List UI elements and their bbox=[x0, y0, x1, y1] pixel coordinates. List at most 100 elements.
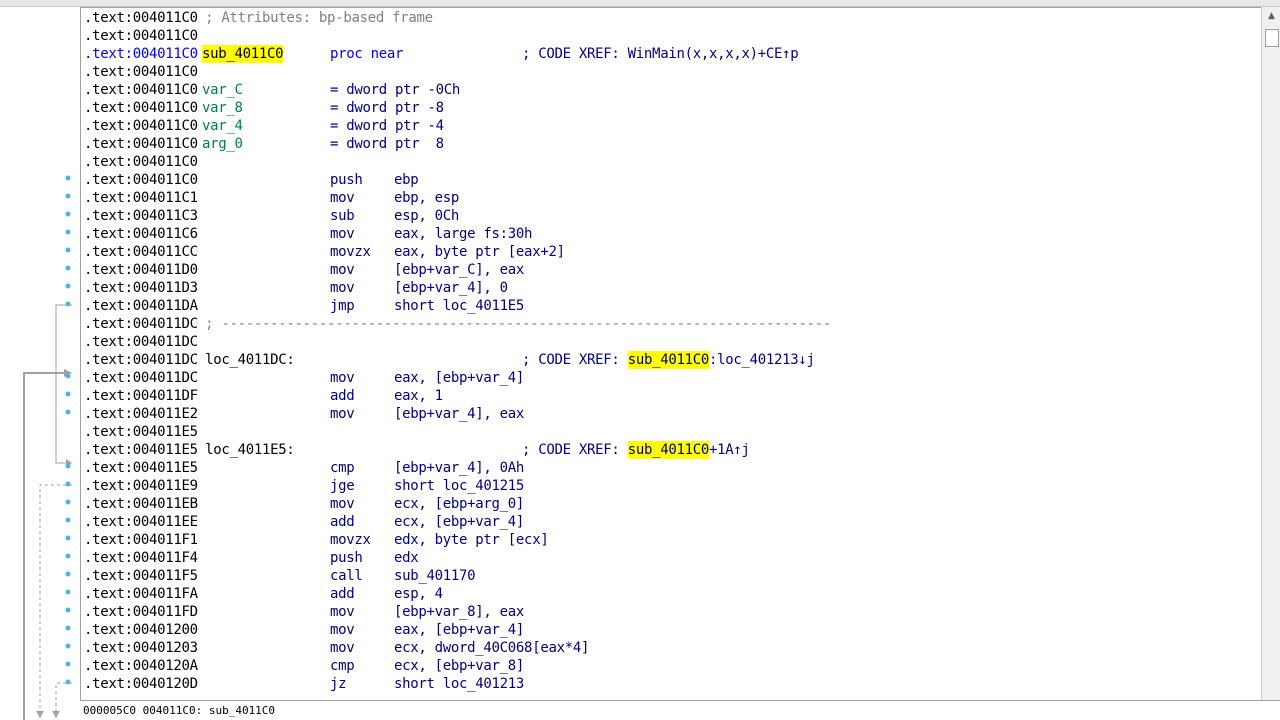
listing-line[interactable]: .text:004011E5 loc_4011E5: ; CODE XREF: s… bbox=[84, 441, 1254, 459]
listing-line[interactable]: .text:004011F5 call sub_401170 bbox=[84, 567, 1254, 585]
listing-line[interactable]: .text:004011DC bbox=[84, 333, 1254, 351]
listing-line[interactable]: .text:004011E5 cmp [ebp+var_4], 0Ah bbox=[84, 459, 1254, 477]
listing-line[interactable]: .text:004011C0 sub_4011C0 proc near ; CODE … bbox=[84, 45, 1254, 63]
line-xref-comment[interactable]: ; CODE XREF: WinMain(x,x,x,x)+CE↑p bbox=[522, 45, 799, 63]
line-operands[interactable]: eax, 1 bbox=[394, 387, 443, 405]
line-operands[interactable]: edx, byte ptr [ecx] bbox=[394, 531, 549, 549]
listing-line[interactable]: .text:004011DC loc_4011DC: ; CODE XREF: s… bbox=[84, 351, 1254, 369]
listing-line[interactable]: .text:004011DA jmp short loc_4011E5 bbox=[84, 297, 1254, 315]
listing-line[interactable]: .text:004011C0 var_4 = dword ptr -4 bbox=[84, 117, 1254, 135]
breakpoint-dot[interactable] bbox=[65, 499, 71, 505]
scrollbar-thumb[interactable] bbox=[1265, 29, 1279, 47]
listing-line[interactable]: .text:004011F1 movzx edx, byte ptr [ecx] bbox=[84, 531, 1254, 549]
listing-line[interactable]: .text:004011C1 mov ebp, esp bbox=[84, 189, 1254, 207]
listing-line[interactable]: .text:004011C0 bbox=[84, 153, 1254, 171]
vertical-scrollbar[interactable]: ▲ bbox=[1261, 7, 1280, 700]
line-operands[interactable]: [ebp+var_8], eax bbox=[394, 603, 524, 621]
line-xref-comment[interactable]: ; CODE XREF: sub_4011C0:loc_401213↓j bbox=[522, 351, 815, 369]
scroll-up-arrow-icon[interactable]: ▲ bbox=[1262, 7, 1280, 25]
line-label[interactable]: arg_0 bbox=[202, 135, 243, 153]
listing-line[interactable]: .text:004011C0 push ebp bbox=[84, 171, 1254, 189]
listing-line[interactable]: .text:004011C0 bbox=[84, 63, 1254, 81]
line-operands[interactable]: esp, 4 bbox=[394, 585, 443, 603]
breakpoint-dot[interactable] bbox=[65, 463, 71, 469]
line-label[interactable]: sub_4011C0 bbox=[202, 45, 284, 63]
loop-arrow-to-loc-4011DC[interactable] bbox=[23, 369, 72, 720]
breakpoint-dot[interactable] bbox=[65, 373, 71, 379]
line-operands[interactable]: eax, byte ptr [eax+2] bbox=[394, 243, 565, 261]
listing-line[interactable]: .text:0040120A cmp ecx, [ebp+var_8] bbox=[84, 657, 1254, 675]
breakpoint-dot[interactable] bbox=[65, 679, 71, 685]
listing-line[interactable]: .text:0040120D jz short loc_401213 bbox=[84, 675, 1254, 693]
breakpoint-dot[interactable] bbox=[65, 625, 71, 631]
listing-line[interactable]: .text:004011D0 mov [ebp+var_C], eax bbox=[84, 261, 1254, 279]
disassembly-listing[interactable]: .text:004011C0 ; Attributes: bp-based fr… bbox=[80, 7, 1262, 701]
line-operands[interactable]: eax, [ebp+var_4] bbox=[394, 621, 524, 639]
line-operands[interactable]: ecx, [ebp+arg_0] bbox=[394, 495, 524, 513]
line-operands[interactable]: sub_401170 bbox=[394, 567, 476, 585]
listing-line[interactable]: .text:004011C6 mov eax, large fs:30h bbox=[84, 225, 1254, 243]
line-operands[interactable]: ecx, [ebp+var_8] bbox=[394, 657, 524, 675]
breakpoint-dot[interactable] bbox=[65, 193, 71, 199]
listing-line[interactable]: .text:004011C0 bbox=[84, 27, 1254, 45]
listing-line[interactable]: .text:00401203 mov ecx, dword_40C068[eax*4… bbox=[84, 639, 1254, 657]
listing-line[interactable]: .text:004011E5 bbox=[84, 423, 1254, 441]
line-operands[interactable]: esp, 0Ch bbox=[394, 207, 459, 225]
xref-highlighted-name[interactable]: sub_4011C0 bbox=[627, 441, 709, 459]
listing-line[interactable]: .text:004011FD mov [ebp+var_8], eax bbox=[84, 603, 1254, 621]
breakpoint-dot[interactable] bbox=[65, 607, 71, 613]
breakpoint-dot[interactable] bbox=[65, 265, 71, 271]
listing-line[interactable]: .text:004011E9 jge short loc_401215 bbox=[84, 477, 1254, 495]
listing-line[interactable]: .text:004011EE add ecx, [ebp+var_4] bbox=[84, 513, 1254, 531]
line-operands[interactable]: ecx, dword_40C068[eax*4] bbox=[394, 639, 589, 657]
breakpoint-dot[interactable] bbox=[65, 175, 71, 181]
line-operands[interactable]: short loc_401215 bbox=[394, 477, 524, 495]
listing-line[interactable]: .text:004011DC mov eax, [ebp+var_4] bbox=[84, 369, 1254, 387]
listing-line[interactable]: .text:004011CC movzx eax, byte ptr [eax+2] bbox=[84, 243, 1254, 261]
line-operands[interactable]: [ebp+var_4], eax bbox=[394, 405, 524, 423]
listing-line[interactable]: .text:004011FA add esp, 4 bbox=[84, 585, 1254, 603]
line-label[interactable]: var_4 bbox=[202, 117, 243, 135]
line-operands[interactable]: short loc_401213 bbox=[394, 675, 524, 693]
line-operands[interactable]: short loc_4011E5 bbox=[394, 297, 524, 315]
line-label[interactable]: loc_4011DC: bbox=[197, 351, 295, 369]
listing-line[interactable]: .text:004011E2 mov [ebp+var_4], eax bbox=[84, 405, 1254, 423]
breakpoint-dot[interactable] bbox=[65, 391, 71, 397]
line-label[interactable]: var_8 bbox=[202, 99, 243, 117]
breakpoint-dot[interactable] bbox=[65, 517, 71, 523]
breakpoint-dot[interactable] bbox=[65, 229, 71, 235]
line-operands[interactable]: edx bbox=[394, 549, 419, 567]
listing-line[interactable]: .text:004011EB mov ecx, [ebp+arg_0] bbox=[84, 495, 1254, 513]
listing-line[interactable]: .text:004011C0 var_8 = dword ptr -8 bbox=[84, 99, 1254, 117]
listing-line[interactable]: .text:004011F4 push edx bbox=[84, 549, 1254, 567]
breakpoint-dot[interactable] bbox=[65, 283, 71, 289]
breakpoint-dot[interactable] bbox=[65, 409, 71, 415]
listing-line[interactable]: .text:004011C0 ; Attributes: bp-based fr… bbox=[84, 9, 1254, 27]
breakpoint-dot[interactable] bbox=[65, 211, 71, 217]
xref-highlighted-name[interactable]: sub_4011C0 bbox=[627, 351, 709, 369]
line-operands[interactable]: ebp, esp bbox=[394, 189, 459, 207]
breakpoint-dot[interactable] bbox=[65, 571, 71, 577]
line-xref-comment[interactable]: ; CODE XREF: sub_4011C0+1A↑j bbox=[522, 441, 750, 459]
listing-line[interactable]: .text:00401200 mov eax, [ebp+var_4] bbox=[84, 621, 1254, 639]
line-operands[interactable]: eax, [ebp+var_4] bbox=[394, 369, 524, 387]
line-operands[interactable]: [ebp+var_C], eax bbox=[394, 261, 524, 279]
listing-line[interactable]: .text:004011DF add eax, 1 bbox=[84, 387, 1254, 405]
line-operands[interactable]: ebp bbox=[394, 171, 419, 189]
jump-arrow-to-loc-4011E5[interactable] bbox=[55, 304, 72, 467]
line-operands[interactable]: [ebp+var_4], 0Ah bbox=[394, 459, 524, 477]
line-label[interactable]: var_C bbox=[202, 81, 243, 99]
breakpoint-dot[interactable] bbox=[65, 247, 71, 253]
breakpoint-dot[interactable] bbox=[65, 481, 71, 487]
breakpoint-dot[interactable] bbox=[65, 643, 71, 649]
listing-line[interactable]: .text:004011C0 var_C = dword ptr -0Ch bbox=[84, 81, 1254, 99]
listing-line[interactable]: .text:004011D3 mov [ebp+var_4], 0 bbox=[84, 279, 1254, 297]
line-operands[interactable]: ecx, [ebp+var_4] bbox=[394, 513, 524, 531]
listing-line[interactable]: .text:004011DC ; -----------------------… bbox=[84, 315, 1254, 333]
breakpoint-dot[interactable] bbox=[65, 661, 71, 667]
line-operands[interactable]: [ebp+var_4], 0 bbox=[394, 279, 508, 297]
listing-line[interactable]: .text:004011C0 arg_0 = dword ptr 8 bbox=[84, 135, 1254, 153]
listing-line[interactable]: .text:004011C3 sub esp, 0Ch bbox=[84, 207, 1254, 225]
breakpoint-dot[interactable] bbox=[65, 589, 71, 595]
breakpoint-dot[interactable] bbox=[65, 535, 71, 541]
